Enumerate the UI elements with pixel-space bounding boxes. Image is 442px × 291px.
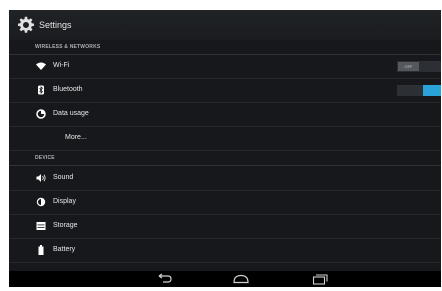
settings-item-label: Battery [53, 246, 76, 253]
settings-item-storage[interactable]: Storage [9, 215, 441, 239]
section-header-wireless: WIRELESS & NETWORKS [9, 40, 441, 55]
home-icon[interactable] [231, 273, 251, 285]
recents-icon[interactable] [310, 273, 330, 285]
settings-item-wifi[interactable]: Wi-Fi OFF [9, 55, 441, 79]
wifi-toggle[interactable]: OFF [397, 61, 441, 72]
section-label: WIRELESS & NETWORKS [35, 44, 101, 50]
settings-item-data-usage[interactable]: Data usage [9, 103, 441, 127]
settings-item-label: Data usage [53, 110, 89, 117]
speaker-icon [36, 174, 46, 182]
settings-item-bluetooth[interactable]: Bluetooth [9, 79, 441, 103]
settings-item-label: Storage [53, 222, 78, 229]
data-usage-icon [36, 109, 46, 119]
settings-item-label: Bluetooth [53, 86, 83, 93]
settings-item-battery[interactable]: Battery [9, 239, 441, 263]
brightness-icon [36, 197, 46, 207]
settings-item-display[interactable]: Display [9, 191, 441, 215]
battery-icon [38, 245, 44, 255]
toggle-state-label: OFF [398, 62, 419, 71]
toggle-knob-on [423, 85, 441, 96]
navigation-bar [9, 271, 441, 287]
settings-item-sound[interactable]: Sound [9, 167, 441, 191]
gear-icon[interactable] [17, 16, 35, 34]
settings-item-label: Wi-Fi [53, 62, 70, 69]
page-title: Settings [39, 20, 72, 30]
settings-screen: Settings WIRELESS & NETWORKS Wi-Fi OFF B… [9, 10, 441, 287]
settings-item-label: Display [53, 198, 76, 205]
bluetooth-icon [38, 85, 44, 95]
bluetooth-toggle[interactable] [397, 85, 441, 96]
settings-item-more[interactable]: More... [9, 127, 441, 151]
wifi-icon [36, 62, 46, 70]
section-label: DEVICE [35, 155, 55, 161]
settings-item-label: Sound [53, 174, 74, 181]
section-header-device: DEVICE [9, 151, 441, 166]
back-icon[interactable] [155, 273, 175, 285]
settings-item-label: More... [65, 134, 87, 141]
action-bar: Settings [9, 10, 441, 40]
storage-icon [36, 222, 46, 230]
